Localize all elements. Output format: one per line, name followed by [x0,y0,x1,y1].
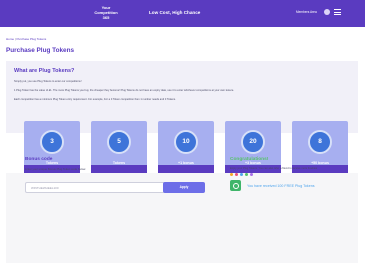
info-line: Simply put, you use Plug Tokens to enter… [14,80,82,83]
token-count: 3 [40,130,64,154]
logo-line: 365 [102,15,110,20]
hamburger-menu-icon[interactable] [334,9,341,15]
breadcrumb-home-link[interactable]: Home [6,37,14,41]
site-slogan: Low Cost, High Chance [149,10,201,15]
info-title: What are Plug Tokens? [14,68,75,74]
token-count: 8 [308,130,332,154]
top-bar: Your Competition 365 Low Cost, High Chan… [0,0,365,27]
reward-icon [230,180,241,191]
breadcrumb: Home | Purchase Plug Tokens [6,37,46,41]
token-count: 10 [174,130,198,154]
confetti-icon [230,173,253,176]
bonus-hint: Enter your unique Bonus Plug Token code … [25,167,86,171]
congrats-title: Congratulations! [230,157,269,162]
breadcrumb-current: Purchase Plug Tokens [16,37,47,41]
reward-message: You have received 100 FREE Plug Tokens [247,184,315,188]
user-area-link[interactable]: Members Area [296,10,317,14]
bonus-code-input[interactable]: WINTHEWHEEL100 [25,182,165,193]
info-line: Each competition has a minimum Plug Toke… [14,98,176,101]
token-count: 20 [241,130,265,154]
info-line: 1 Plug Token has the value of £1. The mo… [14,89,235,92]
logo[interactable]: Your Competition 365 [89,5,123,20]
congrats-subtitle: Enjoy your Plug Tokens. You can also ref… [230,167,318,170]
apply-button[interactable]: Apply [163,182,205,193]
main-content: Home | Purchase Plug Tokens Purchase Plu… [0,27,365,266]
bonus-title: Bonus code [25,157,53,162]
user-avatar-icon[interactable] [324,9,330,15]
page-title: Purchase Plug Tokens [6,47,75,54]
token-count: 5 [107,130,131,154]
